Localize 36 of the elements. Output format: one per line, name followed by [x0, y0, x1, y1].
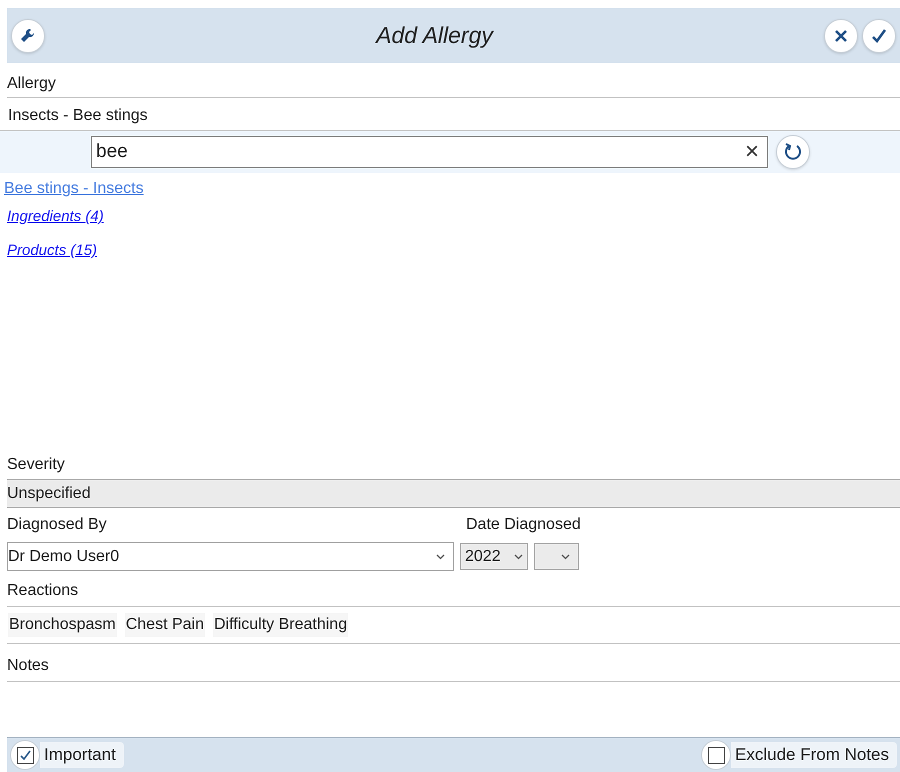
reaction-tag[interactable]: Difficulty Breathing [212, 613, 348, 637]
clear-button[interactable]: × [744, 140, 759, 164]
category-link[interactable]: Products (15) [7, 239, 98, 273]
field-label: Notes [7, 656, 50, 676]
reaction-tag[interactable]: Bronchospasm [8, 613, 117, 637]
checkbox-label: Exclude From Notes [731, 742, 897, 768]
checkbox-label: Important [40, 742, 124, 768]
search-value: bee [96, 140, 129, 164]
field-label: Date Diagnosed [466, 515, 581, 535]
window-title: Add Allergy [374, 21, 495, 50]
search-field[interactable]: bee × [91, 136, 768, 168]
chevron-down-icon [436, 554, 445, 560]
wrench-icon-button[interactable] [11, 18, 45, 52]
category-link[interactable]: Ingredients (4) [7, 205, 104, 239]
confirm-button[interactable] [862, 18, 896, 52]
checkbox[interactable] [10, 740, 40, 770]
field-label: Allergy [7, 74, 57, 94]
chevron-down-icon [514, 554, 523, 560]
allergy-value: Insects - Bee stings [7, 106, 149, 126]
checkbox[interactable] [701, 740, 731, 770]
refresh-button[interactable] [776, 135, 810, 169]
field-label: Severity [7, 455, 66, 475]
severity-dropdown[interactable]: Unspecified [7, 479, 900, 508]
checkmark-icon [871, 28, 887, 44]
refresh-icon [783, 142, 803, 162]
chevron-down-icon [561, 554, 570, 560]
wrench-icon [19, 26, 37, 44]
checkmark-icon [18, 748, 32, 762]
cancel-button[interactable] [824, 18, 858, 52]
field-label: Diagnosed By [7, 515, 108, 535]
field-label: Reactions [7, 581, 80, 601]
close-icon [833, 28, 849, 44]
year-dropdown[interactable]: 2022 [460, 543, 528, 570]
reaction-tag[interactable]: Chest Pain [124, 613, 205, 637]
diagnosed-by-dropdown[interactable]: Dr Demo User0 [7, 542, 454, 571]
result-link[interactable]: Bee stings - Insects [4, 177, 144, 205]
